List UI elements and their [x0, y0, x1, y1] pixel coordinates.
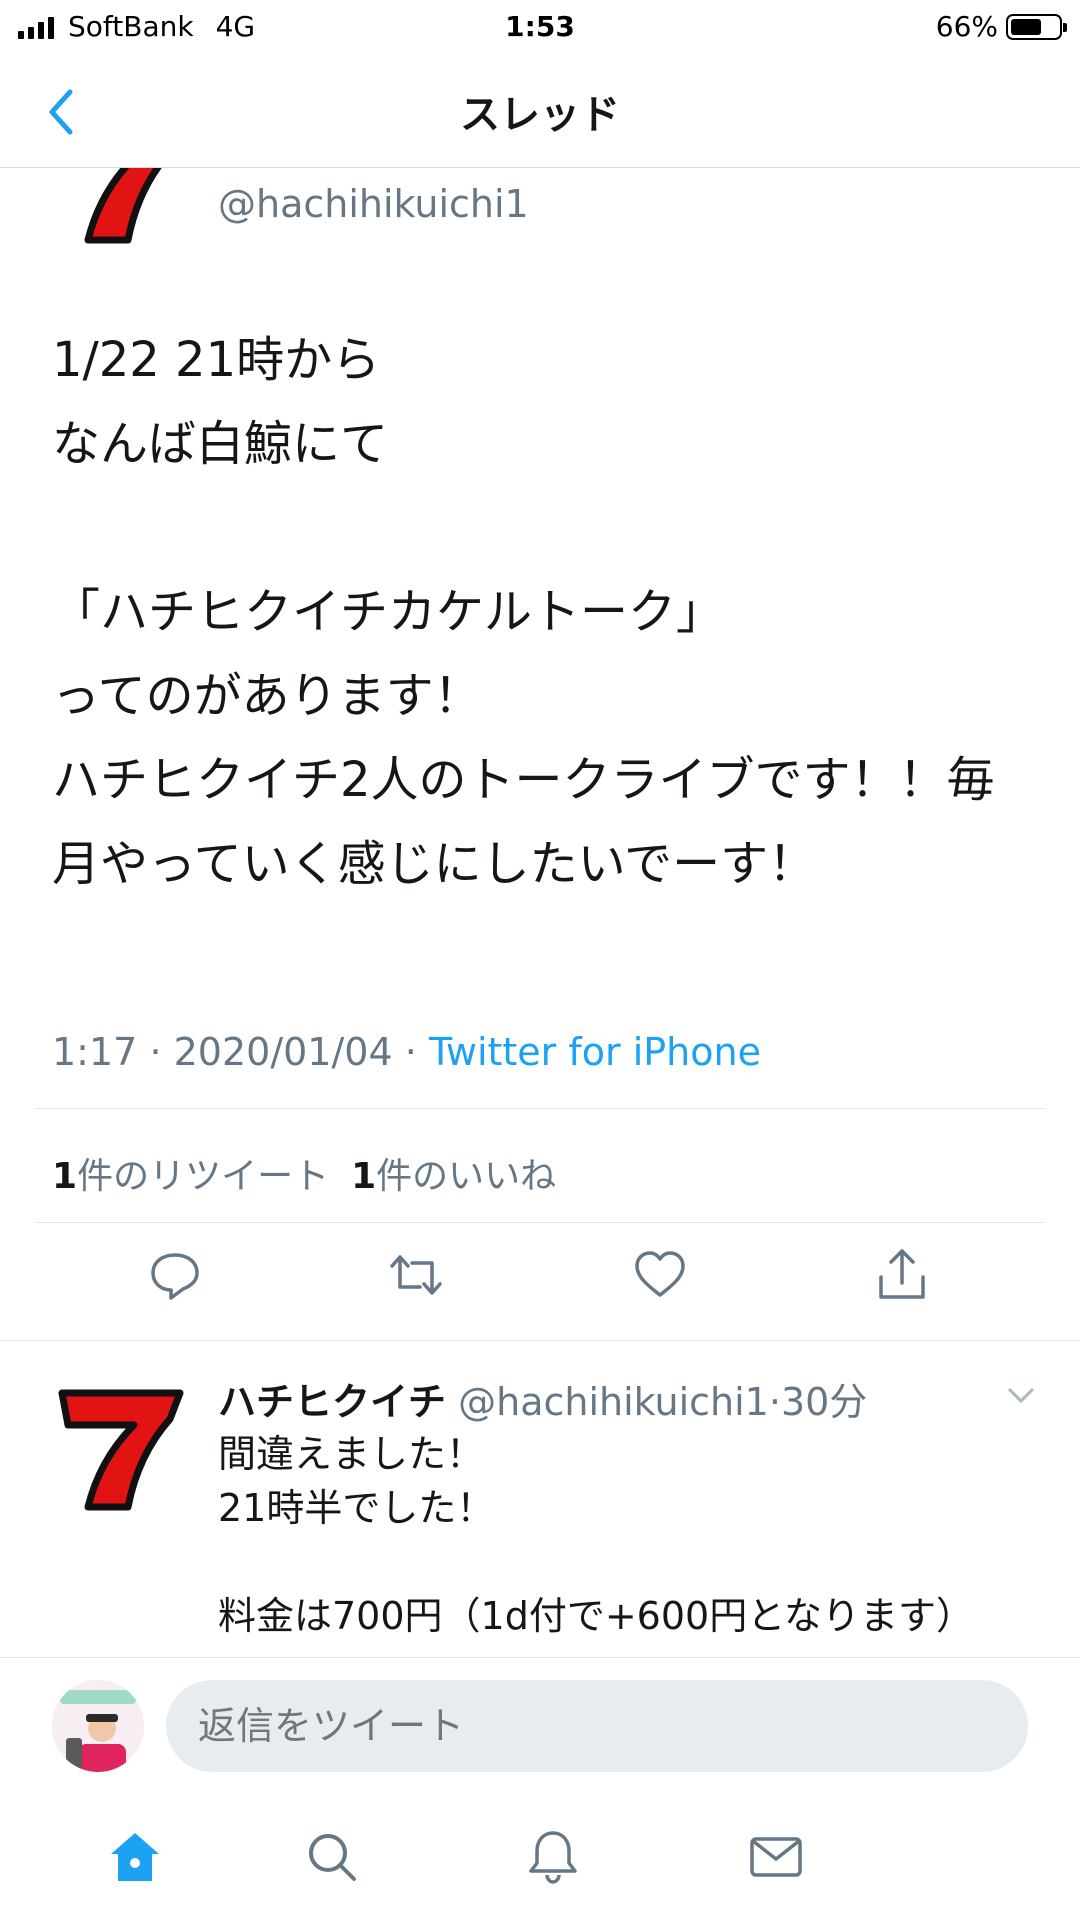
- notifications-icon[interactable]: [523, 1827, 583, 1887]
- user-handle[interactable]: @hachihikuichi1: [218, 182, 529, 226]
- retweet-stat[interactable]: 1件のリツイート: [52, 1147, 329, 1199]
- status-bar: SoftBank 4G 1:53 66%: [0, 0, 1080, 56]
- like-label: 件のいいね: [376, 1156, 557, 1197]
- messages-icon[interactable]: [746, 1827, 806, 1887]
- reply-compose-bar: [0, 1657, 1080, 1785]
- reply-separator: ·: [768, 1380, 781, 1424]
- divider: [36, 1108, 1044, 1109]
- reply-avatar[interactable]: [48, 1375, 188, 1515]
- status-bar-right: 66%: [935, 10, 1067, 43]
- chevron-down-icon[interactable]: [1006, 1385, 1036, 1405]
- page-title: スレッド: [460, 92, 620, 138]
- reply-tweet[interactable]: ハチヒクイチ @hachihikuichi1·30分 間違えました！ 21時半で…: [0, 1341, 1080, 1657]
- reply-header: ハチヒクイチ @hachihikuichi1·30分: [218, 1371, 867, 1426]
- tab-bar: [0, 1785, 1080, 1920]
- battery-icon: [1006, 13, 1067, 40]
- tweet-meta: 1:17 · 2020/01/04 · Twitter for iPhone: [52, 1030, 761, 1074]
- like-count: 1: [351, 1156, 377, 1197]
- tweet-actions: [0, 1245, 1080, 1325]
- tweet-text: 1/22 21時から なんば白鯨にて 「ハチヒクイチカケルトーク」 ってのがあり…: [52, 332, 995, 892]
- search-icon[interactable]: [302, 1827, 362, 1887]
- battery-percent: 66%: [935, 10, 998, 43]
- tweet-source-link[interactable]: Twitter for iPhone: [429, 1030, 761, 1074]
- like-stat[interactable]: 1件のいいね: [351, 1147, 556, 1199]
- battery-level: [1011, 18, 1042, 35]
- reply-display-name: ハチヒクイチ: [218, 1380, 447, 1424]
- share-icon[interactable]: [872, 1245, 932, 1305]
- reply-text: 間違えました！ 21時半でした！ 料金は700円（1d付で+600円となります）: [218, 1432, 975, 1638]
- user-avatar[interactable]: [48, 168, 188, 248]
- divider: [36, 1222, 1044, 1223]
- navigation-bar: スレッド: [0, 56, 1080, 168]
- retweet-count: 1: [52, 1156, 78, 1197]
- home-icon[interactable]: [105, 1827, 165, 1887]
- main-tweet: @hachihikuichi1 1/22 21時から なんば白鯨にて 「ハチヒク…: [0, 168, 1080, 1340]
- like-icon[interactable]: [630, 1245, 690, 1305]
- retweet-icon[interactable]: [386, 1245, 446, 1305]
- retweet-label: 件のリツイート: [77, 1156, 330, 1197]
- reply-handle: @hachihikuichi1: [458, 1380, 769, 1424]
- reply-time: 30分: [780, 1380, 868, 1424]
- meta-separator: ·: [149, 1030, 162, 1074]
- tweet-stats: 1件のリツイート 1件のいいね: [52, 1147, 556, 1199]
- reply-icon[interactable]: [145, 1245, 205, 1305]
- avatar-photo: [52, 1680, 144, 1772]
- reply-input[interactable]: [166, 1680, 1028, 1772]
- tweet-time: 1:17: [52, 1030, 138, 1074]
- meta-separator: ·: [404, 1030, 417, 1074]
- tweet-date: 2020/01/04: [173, 1030, 393, 1074]
- my-avatar[interactable]: [52, 1680, 144, 1772]
- clock: 1:53: [505, 10, 575, 43]
